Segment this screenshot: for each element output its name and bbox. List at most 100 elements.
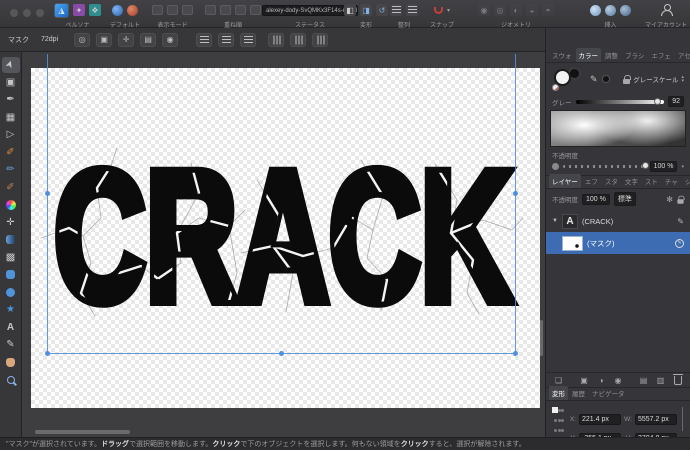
- view-mode-pixel-icon[interactable]: [167, 5, 178, 15]
- mask-layer-icon[interactable]: ▣: [578, 374, 591, 386]
- blend-ranges-icon[interactable]: ❏: [552, 374, 565, 386]
- selection-handle-bottom-left[interactable]: [45, 351, 50, 356]
- align-vertical-center-icon[interactable]: [290, 33, 306, 47]
- live-filter-icon[interactable]: ◉: [612, 374, 625, 386]
- blend-mode-select[interactable]: 標準: [614, 192, 636, 206]
- geometry-intersect-icon[interactable]: ◐: [510, 4, 522, 16]
- tab-snapshots[interactable]: シ: [682, 174, 690, 188]
- gradient-tool[interactable]: [2, 232, 20, 248]
- layers-opacity-value[interactable]: 100 %: [582, 194, 610, 205]
- tab-styles[interactable]: スタ: [602, 174, 621, 188]
- geometry-divide-icon[interactable]: ◓: [542, 4, 554, 16]
- layer-name[interactable]: (CRACK): [582, 217, 673, 226]
- layer-row-text[interactable]: ▼ A (CRACK) ✎: [546, 210, 690, 232]
- hand-tool[interactable]: [2, 354, 20, 370]
- pixel-pencil-tool[interactable]: ✏: [2, 162, 20, 178]
- tab-layers[interactable]: レイヤー: [549, 174, 581, 188]
- gray-slider[interactable]: [576, 100, 665, 104]
- selection-left-edge[interactable]: [47, 54, 48, 353]
- my-account-icon[interactable]: [660, 4, 672, 16]
- anchor-point-grid[interactable]: [552, 405, 564, 435]
- new-group-icon[interactable]: ▥: [654, 374, 667, 386]
- node-tool[interactable]: ▷: [2, 127, 20, 143]
- mask-edit-icon[interactable]: ✎: [675, 239, 684, 248]
- fill-stroke-selector[interactable]: [552, 67, 586, 91]
- color-mode-stepper-icon[interactable]: ▴▾: [681, 75, 684, 83]
- mask-clipboard-icon[interactable]: ▤: [140, 33, 156, 47]
- rotate-ccw-icon[interactable]: ↺: [376, 4, 388, 16]
- insert-inside-icon[interactable]: [620, 5, 631, 16]
- view-mode-vector-icon[interactable]: [152, 5, 163, 15]
- eyedropper-icon[interactable]: ✎: [590, 74, 598, 85]
- tab-history[interactable]: 履歴: [569, 386, 588, 400]
- tab-effects[interactable]: エフェ: [648, 48, 674, 62]
- new-layer-icon[interactable]: ▤: [637, 374, 650, 386]
- vertical-scrollbar[interactable]: [540, 320, 543, 356]
- order-to-front-icon[interactable]: [250, 5, 261, 15]
- layer-lock-icon[interactable]: [677, 199, 683, 204]
- align-left-icon[interactable]: [390, 4, 402, 16]
- adjustment-layer-icon[interactable]: ◑: [595, 374, 608, 386]
- align-bottom-edges-icon[interactable]: [312, 33, 328, 47]
- w-field[interactable]: 5557.2 px: [635, 414, 677, 425]
- layer-row-mask[interactable]: (マスク) ✎: [546, 232, 690, 254]
- tab-transform[interactable]: 変形: [549, 386, 568, 400]
- star-tool[interactable]: ★: [2, 302, 20, 318]
- crop-tool[interactable]: ▦: [2, 109, 20, 125]
- snapping-dropdown-icon[interactable]: ▾: [447, 7, 450, 14]
- defaults-sync-icon[interactable]: [112, 5, 123, 16]
- mask-refine-icon[interactable]: ◉: [162, 33, 178, 47]
- layer-edit-pencil-icon[interactable]: ✎: [677, 217, 684, 226]
- flip-horizontal-icon[interactable]: ◧: [344, 4, 356, 16]
- tab-swatches[interactable]: スウォ: [549, 48, 575, 62]
- canvas-area[interactable]: CRACK: [22, 52, 545, 437]
- mask-layer-thumbnail[interactable]: [562, 236, 583, 251]
- delete-layer-icon[interactable]: [671, 374, 684, 386]
- selection-handle-bottom-center[interactable]: [279, 351, 284, 356]
- order-backward-icon[interactable]: [220, 5, 231, 15]
- gray-slider-knob[interactable]: [654, 98, 661, 105]
- mask-expand-icon[interactable]: ✛: [118, 33, 134, 47]
- color-opacity-value[interactable]: 100 %: [650, 161, 678, 172]
- defaults-revert-icon[interactable]: [127, 5, 138, 16]
- pen-tool[interactable]: ✒: [2, 92, 20, 108]
- gray-value-field[interactable]: 92: [668, 96, 684, 107]
- photo-persona-button[interactable]: ◮: [54, 3, 69, 18]
- mask-crop-icon[interactable]: ▣: [96, 33, 112, 47]
- selection-handle-bottom-right[interactable]: [513, 351, 518, 356]
- vector-pen-tool[interactable]: ✎: [2, 337, 20, 353]
- picked-color-swatch[interactable]: [602, 75, 610, 83]
- no-color-swatch[interactable]: [552, 84, 559, 91]
- color-lock-icon[interactable]: [623, 79, 630, 84]
- rectangle-tool[interactable]: [2, 267, 20, 283]
- insert-top-icon[interactable]: [605, 5, 616, 16]
- layer-expand-icon[interactable]: ▼: [552, 218, 558, 224]
- selection-right-edge[interactable]: [515, 54, 516, 353]
- text-layer-thumbnail[interactable]: A: [562, 214, 578, 229]
- tab-character[interactable]: 文字: [622, 174, 641, 188]
- insert-behind-icon[interactable]: [590, 5, 601, 16]
- mask-invert-icon[interactable]: ◎: [74, 33, 90, 47]
- color-wheel-tool[interactable]: [2, 197, 20, 213]
- horizontal-scrollbar[interactable]: [35, 430, 130, 434]
- blend-options-gear-icon[interactable]: ✻: [666, 195, 673, 204]
- transparency-tool[interactable]: ▩: [2, 249, 20, 265]
- selection-handle-mid-right[interactable]: [513, 191, 518, 196]
- tab-adjustments[interactable]: 調整: [602, 48, 621, 62]
- align-center-icon[interactable]: [406, 4, 418, 16]
- color-mode-select[interactable]: グレースケール: [633, 74, 678, 84]
- align-right-edges-icon[interactable]: [240, 33, 256, 47]
- window-close-button[interactable]: [10, 9, 18, 17]
- link-dimensions-icon[interactable]: [682, 407, 683, 431]
- geometry-add-icon[interactable]: ◉: [478, 4, 490, 16]
- snapping-magnet-icon[interactable]: [434, 7, 443, 14]
- move-tool[interactable]: ➤: [2, 57, 20, 73]
- paint-brush-tool[interactable]: ✐: [2, 144, 20, 160]
- tab-navigator[interactable]: ナビゲータ: [589, 386, 628, 400]
- opacity-slider[interactable]: [563, 165, 646, 168]
- zoom-tool[interactable]: [2, 372, 20, 388]
- healing-tool[interactable]: ✛: [2, 214, 20, 230]
- align-horizontal-center-icon[interactable]: [218, 33, 234, 47]
- layers-empty-area[interactable]: [546, 254, 690, 372]
- selection-handle-mid-left[interactable]: [45, 191, 50, 196]
